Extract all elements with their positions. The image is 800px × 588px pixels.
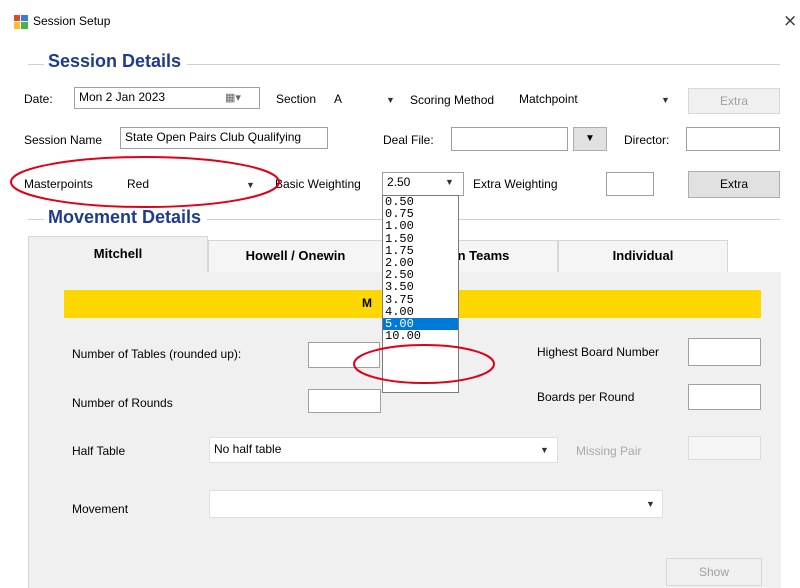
extra-weighting-button[interactable]: Extra xyxy=(688,171,780,198)
calendar-icon[interactable]: ▦▾ xyxy=(225,91,241,104)
section-label: Section xyxy=(276,92,317,106)
date-picker[interactable]: Mon 2 Jan 2023 ▦▾ xyxy=(74,87,260,109)
highest-board-label: Highest Board Number xyxy=(537,345,660,359)
movement-label: Movement xyxy=(72,502,129,516)
masterpoints-dropdown-icon[interactable]: ▼ xyxy=(246,180,255,190)
window-title: Session Setup xyxy=(33,14,111,28)
extra-weighting-input[interactable] xyxy=(606,172,654,196)
date-value: Mon 2 Jan 2023 xyxy=(79,90,166,104)
show-button[interactable]: Show xyxy=(666,558,762,586)
deal-file-input[interactable] xyxy=(451,127,568,151)
deal-file-browse-icon[interactable]: ▼ xyxy=(573,127,607,151)
weighting-dropdown-list[interactable]: 0.50 0.75 1.00 1.50 1.75 2.00 2.50 3.50 … xyxy=(382,195,459,393)
scoring-method-label: Scoring Method xyxy=(410,93,495,107)
scoring-method-value[interactable]: Matchpoint xyxy=(519,92,578,106)
section-value[interactable]: A xyxy=(334,92,342,106)
scoring-dropdown-icon[interactable]: ▼ xyxy=(661,95,670,105)
masterpoints-value[interactable]: Red xyxy=(127,177,149,191)
boards-per-round-input[interactable] xyxy=(688,384,761,410)
extra-weighting-label: Extra Weighting xyxy=(473,177,558,191)
highest-board-input[interactable] xyxy=(688,338,761,366)
movement-dropdown-icon[interactable]: ▼ xyxy=(646,499,655,509)
basic-weighting-dropdown-icon[interactable]: ▼ xyxy=(445,177,454,187)
num-rounds-label: Number of Rounds xyxy=(72,396,173,410)
half-table-combo[interactable]: No half table ▼ xyxy=(209,437,558,463)
close-icon[interactable]: × xyxy=(783,11,797,31)
session-name-input[interactable]: State Open Pairs Club Qualifying xyxy=(120,127,328,149)
weighting-option[interactable]: 1.50 xyxy=(383,232,458,244)
extra-scoring-button[interactable]: Extra xyxy=(688,88,780,114)
num-rounds-input[interactable] xyxy=(308,389,381,413)
basic-weighting-combo[interactable]: 2.50 ▼ xyxy=(382,172,464,196)
tab-howell-onewin[interactable]: Howell / Onewin xyxy=(208,240,383,272)
masterpoints-label: Masterpoints xyxy=(24,177,93,191)
date-label: Date: xyxy=(24,92,53,106)
weighting-option[interactable]: 1.00 xyxy=(383,220,458,232)
tab-individual[interactable]: Individual xyxy=(558,240,728,272)
session-name-label: Session Name xyxy=(24,133,103,147)
weighting-option[interactable]: 3.50 xyxy=(383,281,458,293)
movement-tabs: Mitchell Howell / Onewin ssion Teams Ind… xyxy=(28,236,728,272)
banner-title: M xyxy=(362,296,372,310)
director-input[interactable] xyxy=(686,127,780,151)
movement-combo[interactable]: ▼ xyxy=(209,490,663,518)
basic-weighting-label: Basic Weighting xyxy=(275,177,361,191)
movement-details-heading: Movement Details xyxy=(44,207,208,228)
half-table-label: Half Table xyxy=(72,444,126,458)
deal-file-label: Deal File: xyxy=(383,133,434,147)
boards-per-round-label: Boards per Round xyxy=(537,390,635,404)
num-tables-label: Number of Tables (rounded up): xyxy=(72,347,242,361)
app-icon xyxy=(14,15,28,29)
half-table-value: No half table xyxy=(214,442,282,456)
weighting-option[interactable]: 3.75 xyxy=(383,293,458,305)
section-dropdown-icon[interactable]: ▼ xyxy=(386,95,395,105)
tab-mitchell[interactable]: Mitchell xyxy=(28,236,208,272)
missing-pair-label: Missing Pair xyxy=(576,444,642,458)
basic-weighting-value: 2.50 xyxy=(387,175,411,189)
session-details-heading: Session Details xyxy=(44,51,188,72)
missing-pair-input[interactable] xyxy=(688,436,761,460)
half-table-dropdown-icon[interactable]: ▼ xyxy=(540,445,549,455)
director-label: Director: xyxy=(624,133,670,147)
weighting-option[interactable]: 10.00 xyxy=(383,330,458,342)
num-tables-input[interactable] xyxy=(308,342,380,368)
title-bar xyxy=(0,0,800,40)
